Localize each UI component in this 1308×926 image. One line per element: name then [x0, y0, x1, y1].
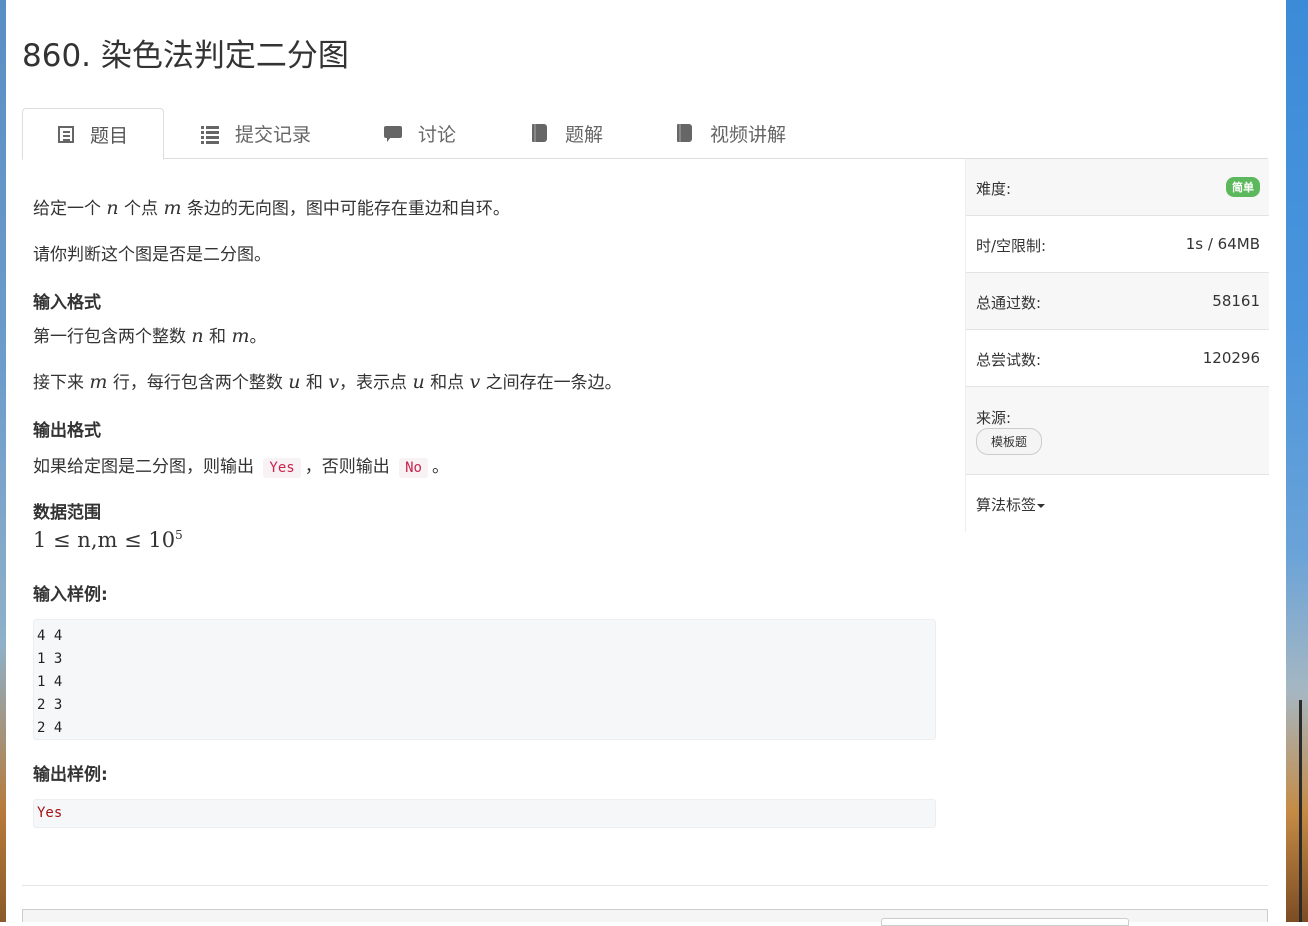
- book-icon: [531, 124, 549, 142]
- source-tag[interactable]: 模板题: [976, 428, 1043, 455]
- tab-problem[interactable]: 题目: [22, 108, 164, 160]
- tab-label: 题解: [565, 123, 604, 146]
- text: 之间存在一条边。: [480, 373, 622, 393]
- math-m: m: [89, 371, 108, 393]
- caret-down-icon: [1037, 503, 1046, 508]
- tab-video[interactable]: 视频讲解: [676, 108, 786, 158]
- text: 和: [300, 373, 329, 393]
- text: 如果给定图是二分图，则输出: [33, 457, 260, 477]
- tab-label: 视频讲解: [710, 123, 787, 146]
- tab-label: 讨论: [418, 123, 457, 146]
- limit-value: 1s / 64MB: [1185, 235, 1260, 253]
- limit-row: 时/空限制: 1s / 64MB: [966, 216, 1269, 273]
- algorithm-tags-row[interactable]: 算法标签: [966, 475, 1269, 532]
- page-title: 860. 染色法判定二分图: [22, 38, 349, 74]
- tried-row: 总尝试数: 120296: [966, 330, 1269, 387]
- math-u: u: [412, 371, 425, 393]
- data-range-formula: 1 ≤ n,m ≤ 105: [33, 528, 183, 552]
- input-format-line2: 接下来 m 行，每行包含两个整数 u 和 v，表示点 u 和点 v 之间存在一条…: [33, 368, 622, 393]
- text: ，否则输出: [304, 457, 396, 477]
- text: 给定一个: [33, 199, 107, 219]
- output-format-line: 如果给定图是二分图，则输出 Yes ，否则输出 No。: [33, 452, 449, 478]
- text: 。: [431, 457, 449, 477]
- tab-bar: 题目 提交记录 讨论 题解 视频讲解: [22, 108, 1268, 160]
- math-n: n: [106, 197, 119, 219]
- difficulty-row: 难度: 简单: [966, 159, 1269, 216]
- sample-input-heading: 输入样例:: [33, 585, 108, 605]
- text: 行，每行包含两个整数: [107, 373, 289, 393]
- bottom-panel: [22, 909, 1268, 926]
- inline-code-no: No: [399, 458, 428, 478]
- tab-discussion[interactable]: 讨论: [384, 108, 456, 158]
- algorithm-tags-toggle[interactable]: 算法标签: [976, 494, 1046, 515]
- difficulty-label: 难度:: [976, 180, 1012, 198]
- tab-solutions[interactable]: 题解: [531, 108, 603, 158]
- sample-input-block: 4 4 1 3 1 4 2 3 2 4: [33, 619, 936, 740]
- tab-label: 提交记录: [235, 123, 312, 146]
- list-icon: [201, 124, 219, 142]
- problem-info-sidebar: 难度: 简单 时/空限制: 1s / 64MB 总通过数: 58161 总尝试数…: [965, 159, 1269, 532]
- text: 和点: [424, 373, 470, 393]
- math-n: n: [191, 325, 204, 347]
- math-m: m: [231, 325, 250, 347]
- tab-label: 题目: [89, 124, 128, 147]
- input-format-line1: 第一行包含两个整数 n 和 m。: [33, 322, 267, 347]
- limit-label: 时/空限制:: [976, 237, 1047, 255]
- text: 第一行包含两个整数: [33, 327, 192, 347]
- source-row: 来源: 模板题: [966, 387, 1269, 475]
- range-exponent: 5: [175, 528, 183, 542]
- text: 接下来: [33, 373, 90, 393]
- source-label: 来源:: [976, 409, 1012, 427]
- passed-label: 总通过数:: [976, 294, 1042, 312]
- document-list-icon: [57, 125, 74, 143]
- inline-code-yes: Yes: [263, 458, 301, 478]
- comment-icon: [384, 124, 402, 142]
- text: 和: [203, 327, 232, 347]
- input-format-heading: 输入格式: [33, 293, 101, 313]
- text: 。: [249, 327, 267, 347]
- output-format-heading: 输出格式: [33, 421, 101, 441]
- text: 条边的无向图，图中可能存在重边和自环。: [181, 199, 510, 219]
- passed-row: 总通过数: 58161: [966, 273, 1269, 330]
- problem-description: 给定一个 n 个点 m 条边的无向图，图中可能存在重边和自环。: [33, 194, 510, 219]
- text: ，表示点: [339, 373, 413, 393]
- background-right: [1286, 0, 1308, 922]
- tab-submissions[interactable]: 提交记录: [201, 108, 311, 158]
- book-icon: [676, 124, 694, 142]
- sample-output-block: Yes: [33, 799, 936, 828]
- problem-question: 请你判断这个图是否是二分图。: [33, 245, 271, 265]
- sample-output-heading: 输出样例:: [33, 765, 108, 785]
- algorithm-tags-label: 算法标签: [976, 496, 1037, 514]
- range-text: 1 ≤ n,m ≤ 10: [33, 528, 176, 552]
- math-v: v: [469, 371, 481, 393]
- math-v: v: [328, 371, 340, 393]
- data-range-heading: 数据范围: [33, 503, 101, 523]
- tried-value: 120296: [1202, 349, 1260, 367]
- problem-page: 860. 染色法判定二分图 题目 提交记录 讨论 题解 视频讲解 给定一个 n …: [6, 0, 1286, 926]
- text: 个点: [118, 199, 164, 219]
- math-m: m: [163, 197, 182, 219]
- difficulty-badge: 简单: [1226, 177, 1260, 197]
- passed-value: 58161: [1212, 292, 1260, 310]
- divider: [22, 885, 1268, 886]
- tried-label: 总尝试数:: [976, 351, 1042, 369]
- math-u: u: [288, 371, 301, 393]
